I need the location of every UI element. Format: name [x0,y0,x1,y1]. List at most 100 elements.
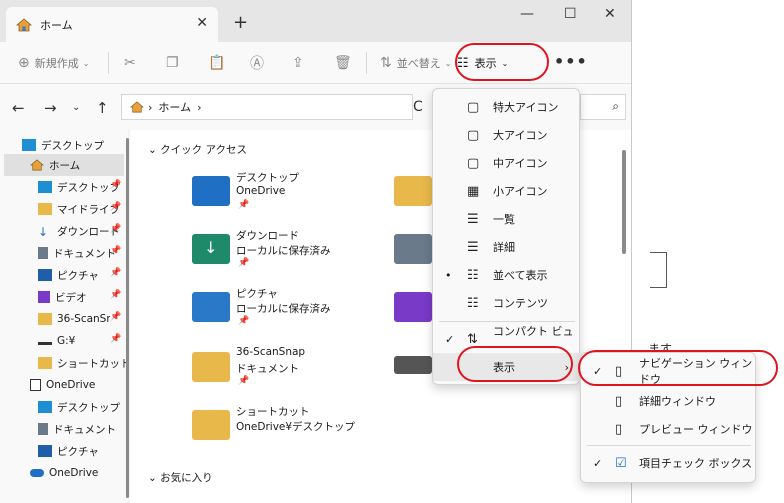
tab-close-button[interactable]: ✕ [196,15,208,31]
menu-item-small-icons[interactable]: ▦ 小アイコン [433,177,581,205]
desktop-folder-icon [192,176,230,206]
address-bar[interactable]: › ホーム › [121,94,413,120]
maximize-button[interactable]: ☐ [564,6,577,22]
sort-button-label: 並べ替え [396,57,441,70]
extra-large-icons-icon: ▢ [467,99,480,115]
folder-item-shortcut[interactable]: ショートカット OneDrive¥デスクトップ [192,404,392,454]
desktop-icon [38,181,52,193]
checkmark-icon: ✓ [445,332,455,346]
download-icon: ↓ [204,238,218,257]
folder-icon [192,352,230,382]
menu-item-compact-view[interactable]: ✓ ⇅ コンパクト ビュー [433,325,581,354]
folder-item-scansnap[interactable]: 36-ScanSnap ドキュメント 📌 [192,346,392,396]
video-folder-icon[interactable] [394,292,432,322]
sidebar-item-label: OneDrive [49,467,99,479]
sidebar-item-onedrive-documents[interactable]: ドキュメント [38,418,128,440]
sidebar-item-onedrive-desktop[interactable]: デスクトップ [38,396,128,418]
file-icon [30,379,41,391]
menu-item-tiles[interactable]: • ☷ 並べて表示 [433,261,581,289]
view-dropdown-menu: ▢ 特大アイコン ▢ 大アイコン ▢ 中アイコン ▦ 小アイコン ☰ 一覧 ☰ … [432,88,581,385]
search-input[interactable]: ⌕ [580,94,626,120]
cut-button[interactable]: ✂ [124,42,136,84]
more-options-button[interactable]: ••• [554,52,588,71]
minimize-button[interactable]: — [520,6,534,22]
folder-item-downloads[interactable]: ↓ ダウンロード ローカルに保存済み 📌 [192,228,392,278]
pin-icon: 📌 [238,200,250,210]
menu-item-content[interactable]: ☷ コンテンツ [433,289,581,317]
sidebar-item-label: ビデオ [55,291,87,304]
sidebar-item-label: OneDrive [46,379,96,391]
tab-home[interactable]: ホーム ✕ [6,7,218,42]
trash-icon: 🗑 [334,55,352,71]
rename-button[interactable]: Ⓐ [250,42,264,84]
copy-icon: ❐ [166,55,179,71]
menu-item-label: 一覧 [493,213,515,226]
copy-button[interactable]: ❐ [166,42,179,84]
quick-access-header[interactable]: ⌄ クイック アクセス [148,142,247,157]
menu-item-show[interactable]: 表示 › [433,353,581,381]
chevron-down-icon: ⌄ [148,472,161,484]
menu-item-extra-large-icons[interactable]: ▢ 特大アイコン [433,93,581,121]
submenu-item-navigation-pane[interactable]: ✓ ▯ ナビゲーション ウィンドウ [581,357,757,386]
forward-arrow-icon[interactable]: → [44,99,57,117]
menu-item-label: 表示 [493,361,515,374]
new-button[interactable]: ⊕ 新規作成 ⌄ [18,42,89,84]
sidebar-item-onedrive-pictures[interactable]: ピクチャ [38,440,128,462]
sidebar-item-onedrive-folder[interactable]: OneDrive [30,374,128,396]
submenu-item-preview-pane[interactable]: ▯ プレビュー ウィンドウ [581,415,757,443]
submenu-item-details-pane[interactable]: ▯ 詳細ウィンドウ [581,387,757,415]
medium-icons-icon: ▢ [467,155,480,171]
folder-item-pictures[interactable]: ピクチャ ローカルに保存済み 📌 [192,286,392,336]
up-arrow-icon[interactable]: ↑ [96,99,109,117]
folder-location: ローカルに保存済み [236,245,331,257]
share-button[interactable]: ⇪ [292,42,304,84]
submenu-item-label: 詳細ウィンドウ [639,395,716,408]
cloud-icon [30,469,44,477]
refresh-button[interactable]: C [413,99,423,115]
sidebar-item-label: G:¥ [57,335,76,347]
content-scrollbar[interactable] [622,150,626,254]
menu-item-label: コンパクト ビュー [493,325,574,354]
drive-icon[interactable] [394,356,432,374]
download-folder-icon: ↓ [192,234,230,264]
chevron-down-icon: ⌄ [501,58,509,68]
sidebar-item-onedrive-cloud[interactable]: OneDrive [30,462,128,484]
sidebar-item-label: ホーム [49,159,81,172]
close-window-button[interactable]: ✕ [604,6,616,22]
recent-chevron-icon[interactable]: ⌄ [72,102,80,113]
sidebar-item-shortcut[interactable]: ショートカット [38,352,131,374]
view-button[interactable]: ☷ 表示 ⌄ [457,42,508,84]
folder-icon[interactable] [394,176,432,206]
menu-item-label: 大アイコン [493,129,548,142]
menu-item-list[interactable]: ☰ 一覧 [433,205,581,233]
menu-item-large-icons[interactable]: ▢ 大アイコン [433,121,581,149]
sort-button[interactable]: ⇅ 並べ替え ⌄ [380,42,451,84]
folder-location: OneDrive [236,185,286,197]
command-bar: ⊕ 新規作成 ⌄ ✂ ❐ 📋 Ⓐ ⇪ 🗑 ⇅ 並べ替え ⌄ ☷ 表示 ⌄ ••• [0,42,631,84]
new-tab-button[interactable]: + [233,12,248,33]
document-icon [38,423,48,435]
document-folder-icon[interactable] [394,234,432,264]
toolbar-divider [366,52,367,74]
breadcrumb-home[interactable]: ホーム [158,99,191,115]
sidebar-item-label: ショートカット [57,357,131,370]
sidebar-item-scansnap[interactable]: 36-ScanSna [38,308,110,330]
paste-button[interactable]: 📋 [208,42,225,84]
favorites-header[interactable]: ⌄ お気に入り [148,470,213,485]
sidebar-item-home[interactable]: ホーム [4,154,124,176]
desktop-icon [38,401,52,413]
folder-item-desktop[interactable]: デスクトップ OneDrive 📌 [192,170,392,220]
list-icon: ☰ [467,211,479,227]
delete-button[interactable]: 🗑 [334,42,352,84]
sidebar-item-desktop[interactable]: デスクトップ [22,134,104,156]
toolbar-divider [108,52,109,74]
menu-item-details[interactable]: ☰ 詳細 [433,233,581,261]
sidebar-scrollbar[interactable] [126,138,129,498]
menu-item-medium-icons[interactable]: ▢ 中アイコン [433,149,581,177]
pin-icon: 📌 [110,268,122,278]
submenu-item-item-checkboxes[interactable]: ✓ ☑ 項目チェック ボックス [581,449,757,477]
back-arrow-icon[interactable]: ← [12,99,25,117]
pin-icon: 📌 [110,246,122,256]
menu-item-label: 中アイコン [493,157,548,170]
large-icons-icon: ▢ [467,127,480,143]
